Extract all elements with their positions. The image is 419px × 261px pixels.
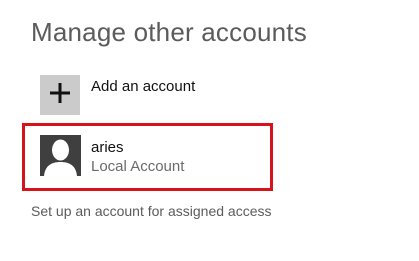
account-text: aries Local Account	[91, 138, 184, 176]
user-avatar-icon	[40, 135, 81, 176]
account-tile-aries[interactable]: aries Local Account	[40, 135, 184, 176]
add-account-tile[interactable]	[40, 75, 80, 115]
account-type: Local Account	[91, 158, 185, 175]
assigned-access-link[interactable]: Set up an account for assigned access	[31, 203, 271, 219]
add-account-button[interactable]: Add an account	[40, 75, 300, 117]
account-name: aries	[91, 139, 124, 156]
page-title: Manage other accounts	[31, 17, 307, 47]
plus-icon	[49, 82, 71, 109]
manage-accounts-page: Manage other accounts Add an account ari…	[0, 0, 419, 261]
add-account-label: Add an account	[91, 78, 196, 95]
